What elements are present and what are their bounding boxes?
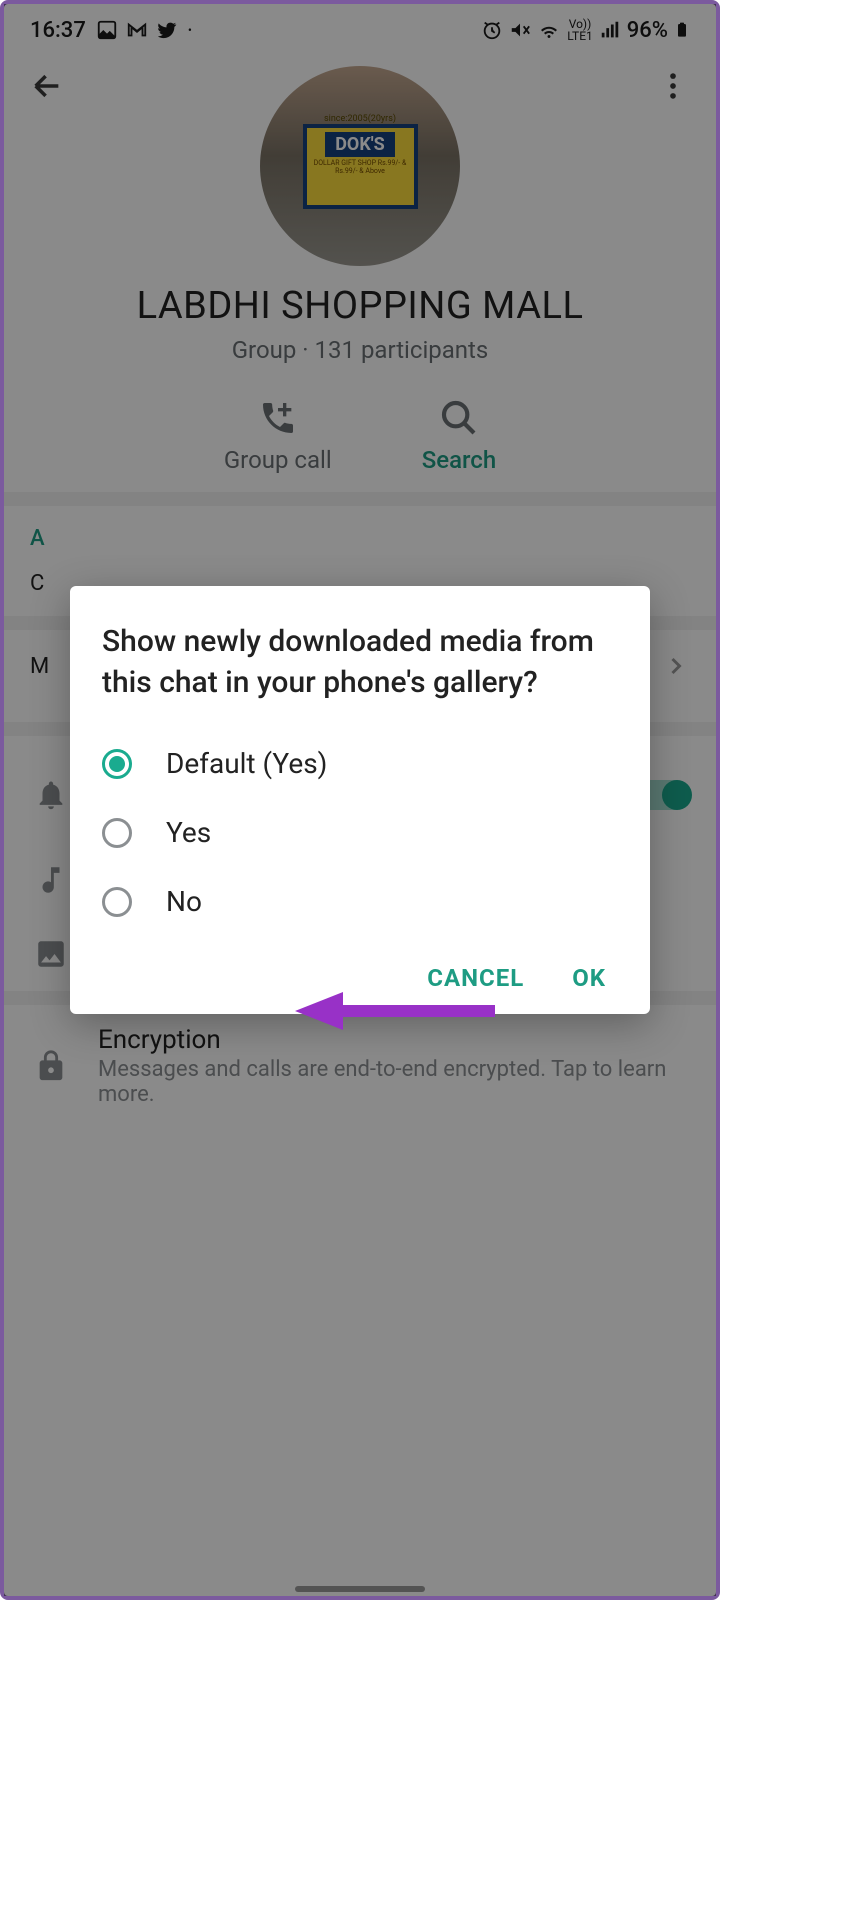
radio-icon [102, 887, 132, 917]
dialog-title: Show newly downloaded media from this ch… [102, 622, 618, 703]
radio-icon [102, 818, 132, 848]
radio-icon-selected [102, 749, 132, 779]
radio-label-no: No [166, 885, 202, 918]
ok-button[interactable]: OK [572, 964, 606, 992]
annotation-arrow [295, 986, 495, 1040]
radio-option-no[interactable]: No [102, 867, 618, 936]
radio-option-yes[interactable]: Yes [102, 798, 618, 867]
radio-label-yes: Yes [166, 816, 211, 849]
dialog-overlay: Show newly downloaded media from this ch… [4, 4, 716, 1596]
media-visibility-dialog: Show newly downloaded media from this ch… [70, 586, 650, 1014]
cancel-button[interactable]: CANCEL [427, 964, 524, 992]
radio-label-default: Default (Yes) [166, 747, 327, 780]
radio-option-default[interactable]: Default (Yes) [102, 729, 618, 798]
